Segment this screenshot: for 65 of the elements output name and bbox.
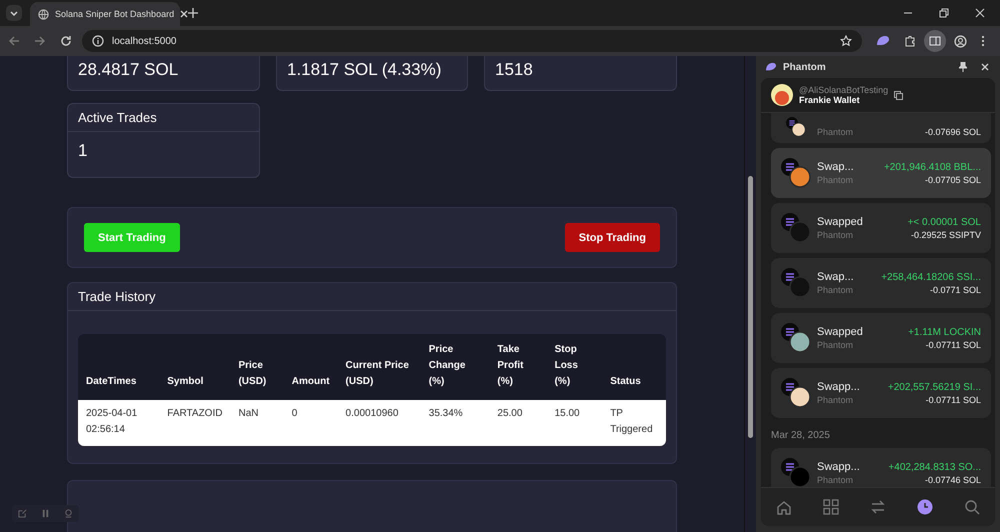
transaction-item[interactable]: Swapped Phantom +1.11M LOCKIN -0.07711 SOL [771, 313, 991, 363]
address-bar[interactable]: localhost:5000 [82, 30, 862, 52]
table-cell: 0.00010960 [346, 408, 398, 419]
received-amount: +202,557.56219 SI... [888, 382, 981, 392]
transaction-type: Swap... [817, 271, 854, 283]
card-title: Active Trades [78, 110, 157, 125]
received-amount: +1.11M LOCKIN [908, 326, 981, 338]
sent-amount: -0.07696 SOL [924, 127, 981, 137]
table-cell: 25.00 [497, 408, 522, 419]
column-header: DateTimes [86, 376, 136, 387]
transaction-type: Swapped [817, 326, 863, 338]
panel-title: Phantom [783, 62, 826, 72]
transaction-source: Phantom [817, 127, 854, 137]
transaction-item[interactable]: Swap... Phantom +258,464.18206 SSI... -0.0771 SOL [771, 258, 991, 308]
url-text: localhost:5000 [112, 36, 176, 46]
table-cell: 35.34% [428, 408, 463, 419]
date-heading: Mar 28, 2025 [771, 429, 831, 443]
transaction-item[interactable]: Swapp... Phantom +202,557.56219 SI... -0.07711 SOL [771, 368, 991, 418]
column-header: Amount [292, 376, 330, 387]
transaction-type: Swapped [817, 216, 863, 228]
panel-title: Trade History [78, 289, 156, 304]
wallet-handle: @AliSolanaBotTesting [799, 85, 888, 95]
received-amount: +201,946.4108 BBL... [884, 162, 981, 172]
stat-value: 28.4817 SOL [78, 60, 178, 80]
sent-amount: -0.07746 SOL [924, 474, 981, 484]
table-cell: 2025-04-01 02:56:14 [86, 408, 138, 435]
tab-title: Solana Sniper Bot Dashboard [55, 9, 174, 19]
transaction-type: Swapp... [817, 381, 860, 393]
stop-trading-button[interactable]: Stop Trading [564, 223, 660, 252]
column-header: Current Price (USD) [346, 360, 409, 387]
column-header: Take Profit (%) [497, 344, 524, 387]
received-amount: +402,284.8313 SO... [888, 462, 981, 472]
table-cell: 15.00 [554, 408, 580, 419]
transaction-source: Phantom [817, 395, 854, 405]
sent-amount: -0.0771 SOL [930, 284, 981, 294]
column-header: Price Change (%) [428, 344, 466, 387]
stat-value: 1.1817 SOL (4.33%) [287, 60, 442, 80]
transaction-source: Phantom [817, 340, 854, 350]
sent-amount: -0.07711 SOL [926, 340, 981, 350]
stat-value: 1518 [495, 60, 533, 80]
column-header: Stop Loss (%) [554, 344, 578, 387]
sent-amount: -0.07711 SOL [926, 394, 981, 404]
transaction-item[interactable]: Swapp... Phantom +402,284.8313 SO... -0.07746 SOL [771, 448, 991, 487]
transaction-item[interactable]: Phantom -0.07696 SOL [771, 113, 991, 143]
transaction-source: Phantom [817, 175, 854, 185]
wallet-name[interactable]: Frankie Wallet [799, 95, 888, 105]
transaction-source: Phantom [817, 475, 854, 485]
transaction-source: Phantom [817, 285, 854, 295]
sent-amount: -0.07705 SOL [924, 174, 981, 184]
transaction-source: Phantom [817, 230, 854, 240]
table-cell: TP Triggered [610, 408, 653, 435]
table-cell: NaN [238, 408, 258, 419]
received-amount: +258,464.18206 SSI... [881, 272, 981, 282]
table-cell: 0 [292, 408, 298, 419]
sent-amount: -0.29525 SSIPTV [910, 230, 981, 240]
column-header: Price (USD) [238, 360, 266, 387]
table-cell: FARTAZOID [167, 408, 222, 419]
column-header: Symbol [167, 376, 204, 387]
stat-value: 1 [77, 140, 88, 162]
column-header: Status [610, 376, 641, 387]
transaction-type: Swapp... [817, 461, 860, 473]
transaction-type: Swap... [817, 161, 854, 173]
transaction-item[interactable]: Swap... Phantom +201,946.4108 BBL... -0.07705 SOL [771, 148, 991, 198]
received-amount: +< 0.00001 SOL [908, 216, 981, 228]
transaction-item[interactable]: Swapped Phantom +< 0.00001 SOL -0.29525 SSIPTV [771, 203, 991, 253]
